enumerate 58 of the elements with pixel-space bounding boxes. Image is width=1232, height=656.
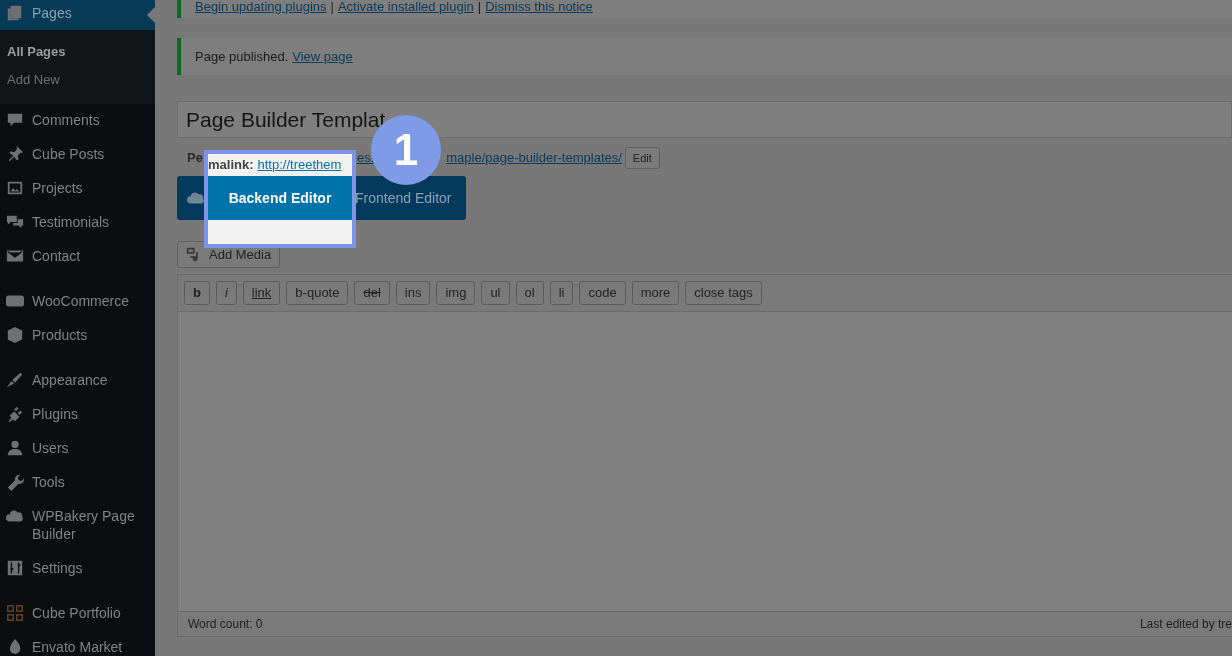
sidebar-item-label[interactable]: Cube Posts	[32, 145, 105, 163]
sidebar-item-label[interactable]: Pages	[32, 4, 72, 22]
word-count: Word count: 0	[188, 615, 263, 633]
sidebar-item-label[interactable]: Cube Portfolio	[32, 604, 121, 622]
permalink-url[interactable]: es.	[356, 148, 375, 168]
pushpin-icon	[6, 145, 24, 163]
quicktag-button[interactable]: code	[579, 280, 626, 305]
backend-editor-button[interactable]: Backend Editor	[208, 176, 352, 220]
notice-link[interactable]: View page	[292, 46, 353, 67]
sidebar-item-label[interactable]: Products	[32, 326, 88, 344]
notice-link[interactable]: Activate installed plugin	[337, 0, 474, 17]
quicktag-button[interactable]: more	[631, 280, 680, 305]
quicktag-button[interactable]: img	[436, 280, 476, 305]
user-icon	[6, 439, 24, 457]
sidebar-item-label[interactable]: Comments	[32, 111, 100, 129]
notice-link[interactable]: Begin updating plugins	[195, 0, 327, 17]
box-icon	[6, 326, 24, 344]
notice-link[interactable]: Dismiss this notice	[485, 0, 593, 17]
plug-icon	[6, 405, 24, 423]
sliders-icon	[6, 559, 24, 577]
sidebar-item-label[interactable]: Users	[32, 439, 69, 457]
permalink-label: malink:	[208, 156, 254, 175]
quicktag-button[interactable]: i	[215, 280, 237, 305]
permalink-url[interactable]: http://treethem	[257, 155, 342, 175]
notice-text: Page published.	[195, 47, 289, 66]
quicktag-button[interactable]: b-quote	[286, 280, 349, 305]
link-separator: |	[477, 0, 482, 17]
pages-icon	[6, 4, 24, 22]
sidebar-item-label[interactable]: Testimonials	[32, 213, 110, 231]
wrench-icon	[6, 473, 24, 491]
sidebar-item-label[interactable]: Plugins	[32, 405, 78, 423]
sidebar-item-label[interactable]: Projects	[32, 179, 83, 197]
sidebar-item-label[interactable]: Appearance	[32, 371, 108, 389]
sidebar-item-label[interactable]: Envato Market	[32, 638, 123, 656]
edit-button[interactable]: Edit	[624, 147, 660, 169]
permalink-label: Pe	[187, 149, 203, 168]
quicktag-button[interactable]: ol	[515, 280, 544, 305]
image-icon	[6, 179, 24, 197]
submenu-item[interactable]: Add New	[0, 66, 155, 94]
permalink-url[interactable]: maple/page-builder-templates/	[446, 148, 622, 168]
quicktag-button[interactable]: del	[354, 280, 390, 305]
link-separator: |	[330, 0, 334, 17]
sidebar-item-label[interactable]: WooCommerce	[32, 292, 129, 310]
quicktag-button[interactable]: li	[549, 280, 574, 305]
grid-icon	[6, 604, 24, 622]
last-edited-text: Last edited by tre	[1139, 615, 1232, 633]
quicktag-button[interactable]: b	[184, 280, 210, 305]
sidebar-item-label[interactable]: Settings	[32, 559, 83, 577]
sidebar-item-label[interactable]: Contact	[32, 247, 81, 265]
quicktag-button[interactable]: link	[242, 280, 281, 305]
quicktag-button[interactable]: close tags	[685, 280, 762, 305]
paintbrush-icon	[6, 371, 24, 389]
frontend-editor-button[interactable]: Frontend Editor	[355, 187, 452, 209]
submenu-item[interactable]: All Pages	[0, 38, 155, 66]
quicktag-button[interactable]: ul	[481, 280, 510, 305]
quicktag-button[interactable]: ins	[395, 280, 431, 305]
sidebar-item-label[interactable]: Tools	[32, 473, 65, 491]
sidebar-item-label[interactable]: WPBakery Page Builder	[32, 507, 155, 543]
